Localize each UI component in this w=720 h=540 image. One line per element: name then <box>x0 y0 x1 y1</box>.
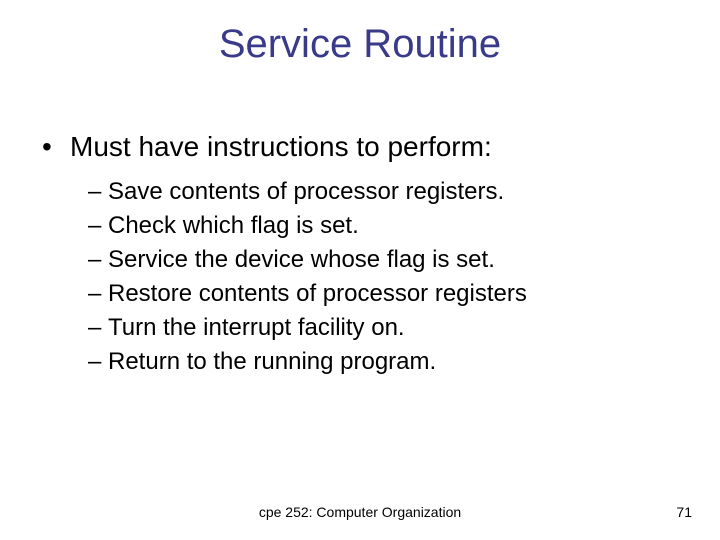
bullet-level2: – Return to the running program. <box>88 346 680 378</box>
bullet-level1-text: Must have instructions to perform: <box>70 130 492 164</box>
dash-icon: – <box>88 176 108 208</box>
bullet-level2: – Restore contents of processor register… <box>88 278 680 310</box>
footer-course: cpe 252: Computer Organization <box>0 504 720 520</box>
slide-title: Service Routine <box>0 22 720 67</box>
bullet-level2-text: Service the device whose flag is set. <box>108 244 495 276</box>
dash-icon: – <box>88 312 108 344</box>
bullet-level1: • Must have instructions to perform: <box>42 130 680 164</box>
slide-body: • Must have instructions to perform: – S… <box>42 130 680 380</box>
dash-icon: – <box>88 278 108 310</box>
dash-icon: – <box>88 210 108 242</box>
dash-icon: – <box>88 346 108 378</box>
bullet-level2: – Save contents of processor registers. <box>88 176 680 208</box>
dash-icon: – <box>88 244 108 276</box>
bullet-level2-text: Check which flag is set. <box>108 210 359 242</box>
footer-page-number: 71 <box>676 504 692 520</box>
bullet-level2-text: Save contents of processor registers. <box>108 176 504 208</box>
bullet-dot-icon: • <box>42 130 70 164</box>
bullet-level2-text: Restore contents of processor registers <box>108 278 527 310</box>
bullet-level2-text: Return to the running program. <box>108 346 436 378</box>
bullet-level2: – Check which flag is set. <box>88 210 680 242</box>
bullet-level2: – Turn the interrupt facility on. <box>88 312 680 344</box>
slide: Service Routine • Must have instructions… <box>0 0 720 540</box>
bullet-level2: – Service the device whose flag is set. <box>88 244 680 276</box>
bullet-level2-text: Turn the interrupt facility on. <box>108 312 405 344</box>
